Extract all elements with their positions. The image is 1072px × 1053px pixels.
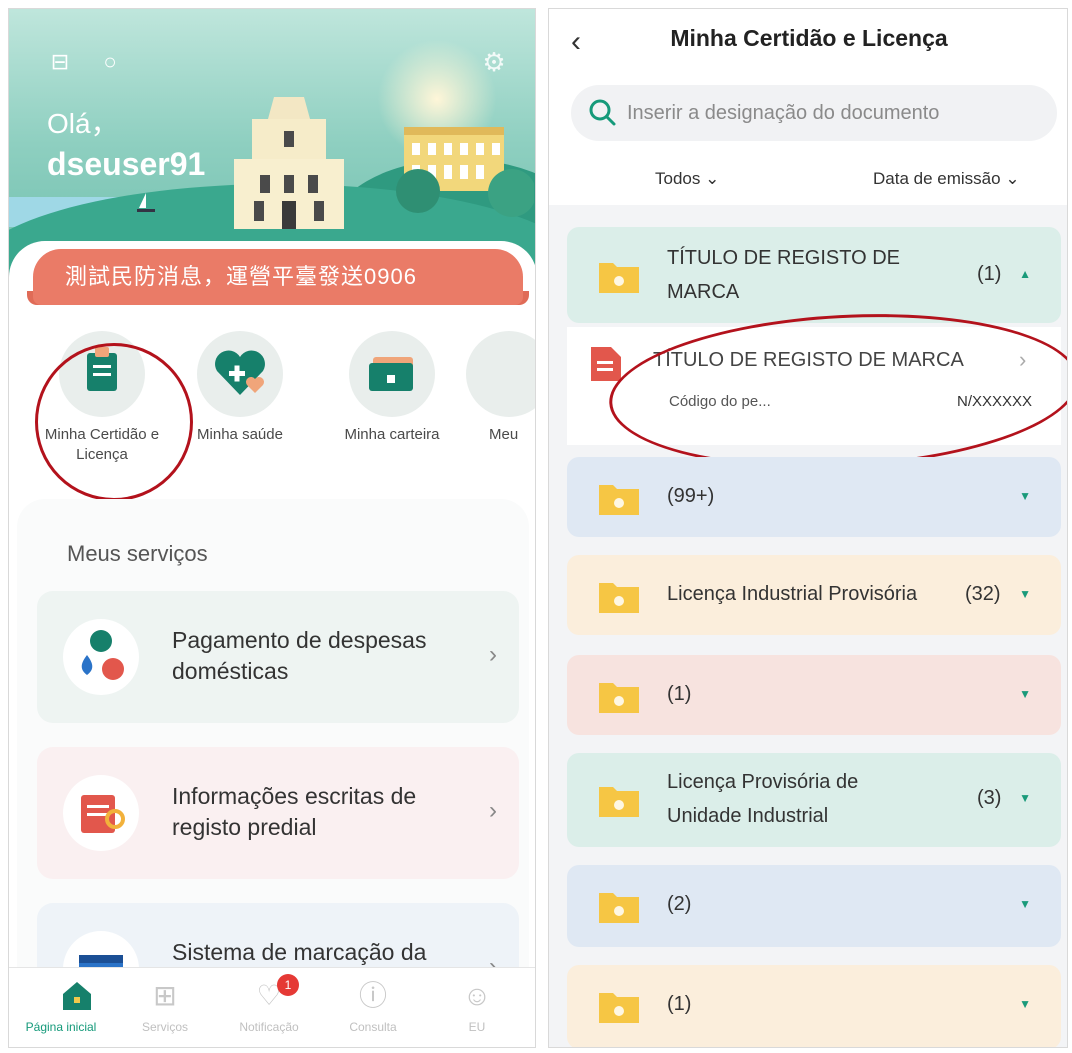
group-name: Licença Provisória de Unidade Industrial	[667, 771, 859, 827]
tab-consulta[interactable]: ⓘ Consulta	[321, 978, 425, 1034]
sailboat-illustration	[137, 193, 155, 212]
tab-services[interactable]: ⊞ Serviços	[113, 978, 217, 1034]
bell-icon: ♡	[256, 980, 282, 1011]
tab-notifications[interactable]: ♡ 1 Notificação	[217, 974, 321, 1034]
caret-down-icon: ▼	[1019, 687, 1031, 701]
quick-item-more[interactable]: Meu	[459, 331, 535, 445]
question-icon: ⓘ	[358, 980, 387, 1011]
document-group[interactable]: (1) ▼	[567, 655, 1061, 735]
group-count: (99+)	[667, 485, 715, 507]
notification-badge: 1	[277, 974, 299, 996]
document-group[interactable]: TÍTULO DE REGISTO DE MARCA (1) ▲	[567, 227, 1061, 323]
search-icon	[589, 99, 616, 126]
document-group[interactable]: Licença Provisória de Unidade Industrial…	[567, 753, 1061, 847]
search-bar[interactable]	[571, 85, 1057, 141]
documents-header: Minha Certidão e Licença ‹ Todos ⌄ Data …	[549, 9, 1067, 205]
folder-icon	[599, 485, 639, 515]
heart-plus-icon	[215, 350, 265, 395]
services-title: Meus serviços	[67, 541, 208, 566]
caret-down-icon: ▼	[1019, 587, 1031, 601]
wallet-card-icon	[369, 357, 413, 391]
document-icon	[591, 347, 621, 381]
document-group[interactable]: Licença Industrial Provisória (32) ▼	[567, 555, 1061, 635]
group-count: (1)	[667, 993, 692, 1015]
scan-icon[interactable]: ⊟	[47, 49, 73, 75]
tab-label: EU	[468, 1020, 486, 1034]
group-count: (2)	[667, 893, 692, 915]
chevron-down-icon: ⌄	[705, 169, 720, 188]
group-count: (1)	[667, 683, 692, 705]
tab-label: Página inicial	[25, 1020, 97, 1034]
property-register-icon	[81, 795, 125, 833]
announcement-banner[interactable]: 測試民防消息，運營平臺發送0906	[33, 249, 523, 305]
folder-icon	[599, 583, 639, 613]
home-screen: ⊟ ○ ⚙ Olá， dseuser91 測試民防消息，運營平臺發送0906 M…	[8, 8, 536, 1048]
quick-item-label: Meu	[489, 426, 519, 443]
home-icon	[63, 982, 91, 1010]
service-label: Informações escritas de registo predial	[172, 783, 417, 840]
settings-gear-icon[interactable]: ⚙	[479, 47, 509, 77]
highlight-ring	[35, 343, 193, 501]
user-icon: ☺	[462, 980, 492, 1011]
chevron-down-icon: ⌄	[1005, 169, 1020, 188]
document-group[interactable]: (1) ▼	[567, 965, 1061, 1047]
caret-down-icon: ▼	[1019, 897, 1031, 911]
search-input[interactable]	[627, 85, 1047, 141]
tab-label: Notificação	[239, 1020, 299, 1034]
filter-date-dropdown[interactable]: Data de emissão ⌄	[873, 169, 1020, 189]
greeting-text: Olá，	[47, 108, 119, 139]
page-title: Minha Certidão e Licença	[670, 25, 948, 51]
service-label: Pagamento de despesas domésticas	[172, 627, 427, 684]
group-count: (3)	[977, 787, 1002, 809]
chevron-right-icon: ›	[489, 797, 497, 824]
quick-item-wallet[interactable]: Minha carteira	[317, 331, 467, 445]
folder-icon	[599, 787, 639, 817]
service-property-register[interactable]: Informações escritas de registo predial …	[37, 747, 519, 879]
folder-icon	[599, 683, 639, 713]
building-illustration	[396, 127, 534, 217]
folder-icon	[599, 893, 639, 923]
filter-all-dropdown[interactable]: Todos ⌄	[655, 169, 719, 189]
caret-down-icon: ▼	[1019, 489, 1031, 503]
ruins-illustration	[234, 97, 344, 229]
folder-icon	[599, 993, 639, 1023]
group-count: (32)	[965, 583, 1001, 605]
bottom-tab-bar: Página inicial ⊞ Serviços ♡ 1 Notificaçã…	[9, 967, 535, 1047]
utilities-icon	[81, 630, 124, 680]
service-label: Sistema de marcação da	[172, 939, 427, 965]
group-count: (1)	[977, 263, 1002, 285]
quick-item-label: Minha carteira	[344, 426, 440, 443]
caret-up-icon: ▲	[1019, 267, 1031, 281]
document-group[interactable]: (99+) ▼	[567, 457, 1061, 537]
documents-screen: Minha Certidão e Licença ‹ Todos ⌄ Data …	[548, 8, 1068, 1048]
group-name: TÍTULO DE REGISTO DE MARCA	[667, 247, 900, 303]
document-group[interactable]: (2) ▼	[567, 865, 1061, 947]
back-arrow-icon[interactable]: ‹	[571, 25, 581, 59]
folder-icon	[599, 263, 639, 293]
chevron-right-icon: ›	[489, 641, 497, 668]
search-icon[interactable]: ○	[97, 49, 123, 75]
service-utilities[interactable]: Pagamento de despesas domésticas ›	[37, 591, 519, 723]
tab-label: Serviços	[141, 1020, 188, 1034]
username-text: dseuser91	[47, 146, 206, 182]
more-icon	[466, 331, 535, 417]
group-name: Licença Industrial Provisória	[667, 583, 918, 605]
tab-home[interactable]: Página inicial	[9, 978, 113, 1034]
grid-icon: ⊞	[153, 980, 177, 1011]
tab-me[interactable]: ☺ EU	[425, 978, 529, 1034]
tab-label: Consulta	[349, 1020, 397, 1034]
caret-down-icon: ▼	[1019, 791, 1031, 805]
caret-down-icon: ▼	[1019, 997, 1031, 1011]
